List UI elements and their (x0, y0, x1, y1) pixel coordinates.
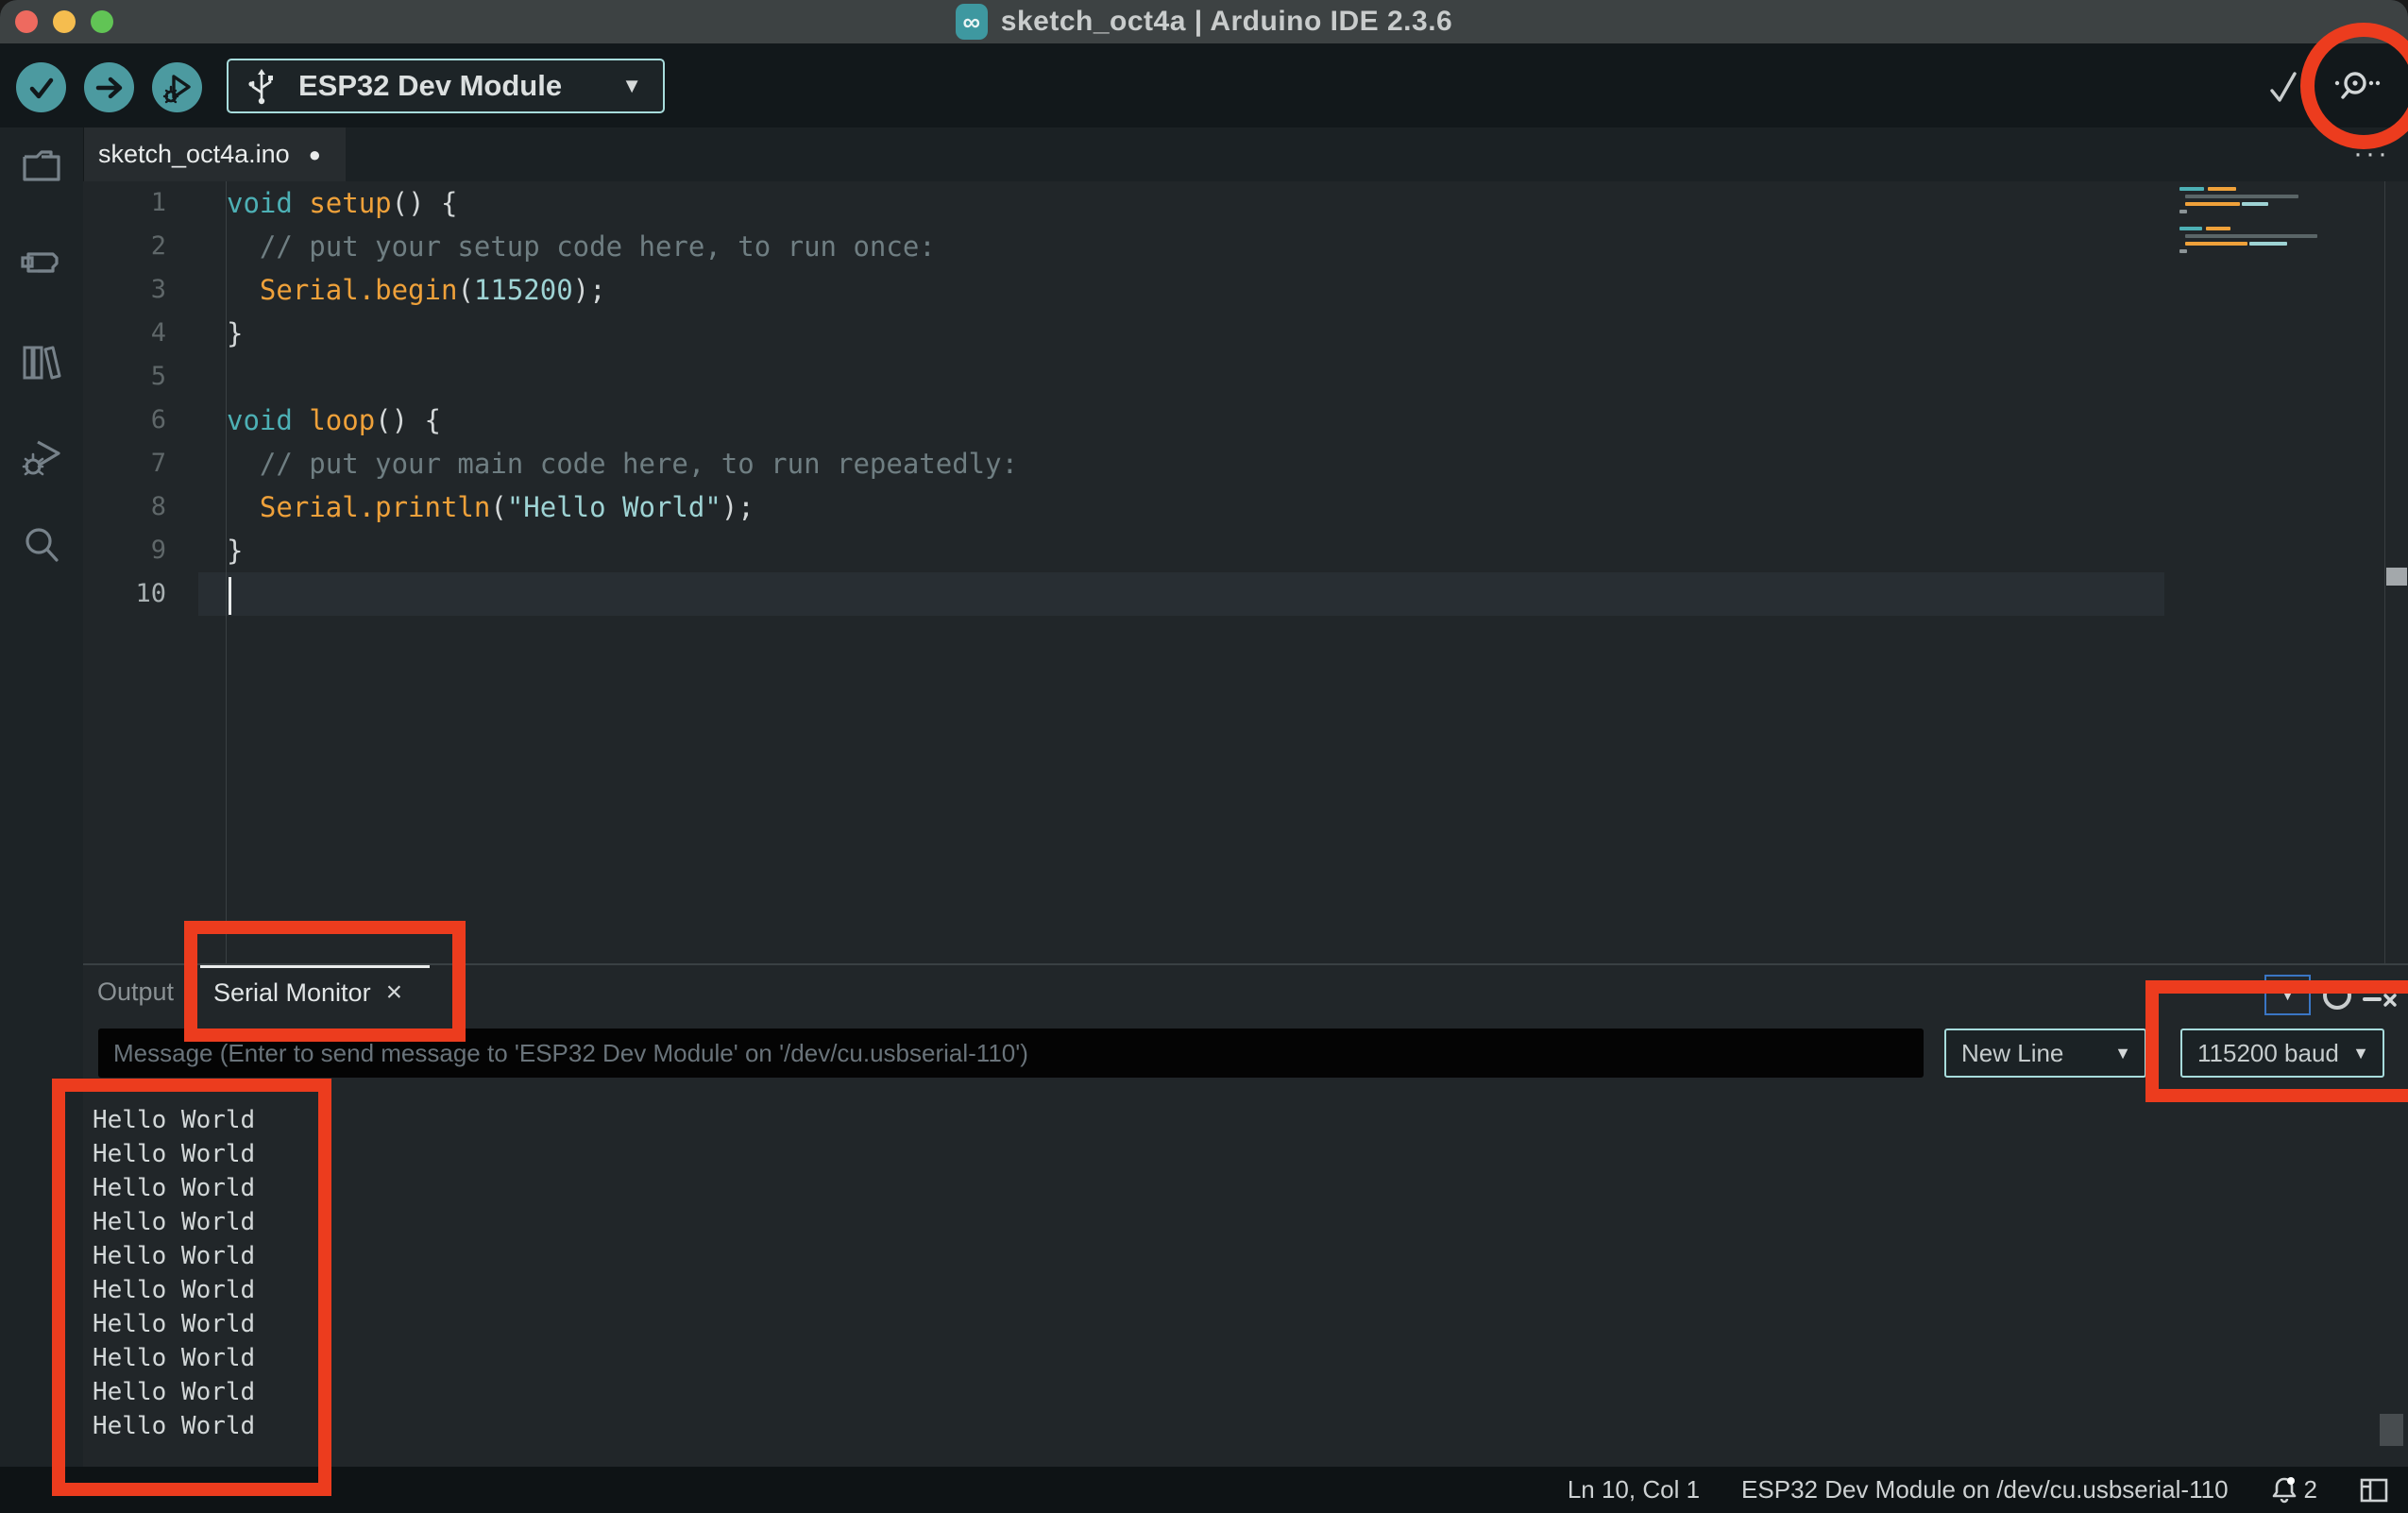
serial-output-line: Hello World (93, 1171, 255, 1205)
status-bar: Ln 10, Col 1 ESP32 Dev Module on /dev/cu… (0, 1467, 2408, 1513)
clear-output-icon (2361, 984, 2399, 1012)
timestamp-toggle-button[interactable] (2318, 977, 2356, 1014)
code-line: void loop() { (227, 399, 2172, 442)
serial-monitor-tab-label: Serial Monitor (213, 978, 371, 1008)
serial-autoscroll-toggle[interactable]: ▼ (2264, 975, 2311, 1015)
baud-rate-value: 115200 baud (2197, 1039, 2339, 1068)
usb-icon (246, 67, 278, 105)
serial-monitor-icon (2329, 64, 2382, 106)
line-number: 9 (83, 529, 178, 572)
verify-button[interactable] (16, 62, 66, 112)
cursor-position[interactable]: Ln 10, Col 1 (1568, 1475, 1700, 1504)
tab-output[interactable]: Output (97, 978, 174, 1007)
bug-play-icon (161, 71, 195, 105)
bell-icon (2270, 1475, 2298, 1505)
minimap-divider (2384, 181, 2385, 963)
clock-icon (2318, 977, 2356, 1014)
clear-output-button[interactable] (2361, 984, 2399, 1012)
line-number: 5 (83, 355, 178, 399)
serial-output-line: Hello World (93, 1239, 255, 1273)
serial-scrollbar-thumb[interactable] (2380, 1414, 2403, 1446)
folder-icon (17, 144, 66, 193)
text-cursor (229, 577, 231, 615)
line-number: 6 (83, 399, 178, 442)
serial-output-line: Hello World (93, 1273, 255, 1307)
code-line (227, 572, 2172, 616)
check-icon (25, 72, 58, 104)
sidebar-item-sketchbook[interactable] (17, 144, 66, 193)
sidebar-item-search[interactable] (17, 520, 66, 570)
code-line (227, 355, 2172, 399)
library-books-icon (17, 338, 66, 387)
unsaved-dot-icon: ● (309, 143, 321, 167)
code-line: } (227, 529, 2172, 572)
line-number: 1 (83, 181, 178, 225)
notification-count: 2 (2304, 1475, 2317, 1504)
title-area: ∞ sketch_oct4a | Arduino IDE 2.3.6 (0, 0, 2408, 43)
serial-plotter-button[interactable] (2266, 68, 2304, 106)
notifications-button[interactable]: 2 (2270, 1475, 2317, 1505)
board-selector-label: ESP32 Dev Module (298, 69, 562, 103)
code-line: } (227, 312, 2172, 355)
editor-tab-strip (83, 128, 2408, 181)
tab-filename: sketch_oct4a.ino (98, 140, 290, 169)
serial-output-line: Hello World (93, 1341, 255, 1375)
chevron-down-icon: ▼ (621, 74, 642, 98)
arrow-right-icon (93, 72, 126, 104)
line-number: 8 (83, 485, 178, 529)
editor-scrollbar-thumb[interactable] (2386, 568, 2407, 586)
serial-output-line: Hello World (93, 1084, 255, 1094)
upload-button[interactable] (84, 62, 134, 112)
serial-output-line: Hello World (93, 1375, 255, 1409)
board-selector-dropdown[interactable]: ESP32 Dev Module ▼ (227, 59, 665, 113)
line-number: 3 (83, 268, 178, 312)
code-line: Serial.begin(115200); (227, 268, 2172, 312)
serial-output-line: Hello World (93, 1409, 255, 1443)
board-chip-icon (17, 241, 66, 290)
code-line: // put your main code here, to run repea… (227, 442, 2172, 485)
toggle-panel-icon[interactable] (2359, 1477, 2389, 1504)
debug-button[interactable] (152, 62, 202, 112)
chevron-down-icon: ▼ (2114, 1044, 2131, 1063)
plotter-wave-icon (2266, 68, 2304, 106)
sidebar-item-library-manager[interactable] (17, 338, 66, 387)
line-number-gutter: 12345678910 (83, 181, 178, 616)
line-number: 10 (83, 572, 178, 616)
code-line: void setup() { (227, 181, 2172, 225)
minimap[interactable] (2174, 185, 2372, 270)
code-line: // put your setup code here, to run once… (227, 225, 2172, 268)
line-ending-value: New Line (1961, 1039, 2063, 1068)
serial-message-input[interactable] (98, 1028, 1924, 1078)
serial-output-line: Hello World (93, 1205, 255, 1239)
window-title: sketch_oct4a | Arduino IDE 2.3.6 (1001, 6, 1452, 38)
chevron-down-icon: ▼ (2280, 985, 2297, 1005)
tab-serial-monitor[interactable]: Serial Monitor × (200, 965, 430, 1020)
line-number: 4 (83, 312, 178, 355)
serial-monitor-button[interactable] (2329, 64, 2382, 106)
arduino-ide-window: ∞ sketch_oct4a | Arduino IDE 2.3.6 (0, 0, 2408, 1513)
baud-rate-dropdown[interactable]: 115200 baud ▼ (2180, 1028, 2384, 1078)
serial-output-area[interactable]: Hello WorldHello WorldHello WorldHello W… (83, 1084, 2408, 1454)
board-port-status[interactable]: ESP32 Dev Module on /dev/cu.usbserial-11… (1741, 1475, 2228, 1504)
activity-sidebar (0, 128, 84, 1467)
line-number: 7 (83, 442, 178, 485)
serial-output-line: Hello World (93, 1307, 255, 1341)
close-icon[interactable]: × (386, 977, 403, 1009)
arduino-app-icon: ∞ (956, 4, 988, 40)
sidebar-item-boards-manager[interactable] (17, 241, 66, 290)
serial-output-line: Hello World (93, 1137, 255, 1171)
serial-output-line: Hello World (93, 1103, 255, 1137)
tab-sketch-oct4a[interactable]: sketch_oct4a.ino ● (83, 128, 346, 181)
code-line: Serial.println("Hello World"); (227, 485, 2172, 529)
search-icon (17, 520, 66, 570)
debug-bug-icon (17, 433, 66, 482)
line-number: 2 (83, 225, 178, 268)
sidebar-item-debug[interactable] (17, 433, 66, 482)
chevron-down-icon: ▼ (2352, 1044, 2369, 1063)
line-ending-dropdown[interactable]: New Line ▼ (1944, 1028, 2146, 1078)
editor-more-actions-button[interactable]: ··· (2353, 138, 2390, 170)
code-lines: void setup() { // put your setup code he… (227, 181, 2172, 616)
